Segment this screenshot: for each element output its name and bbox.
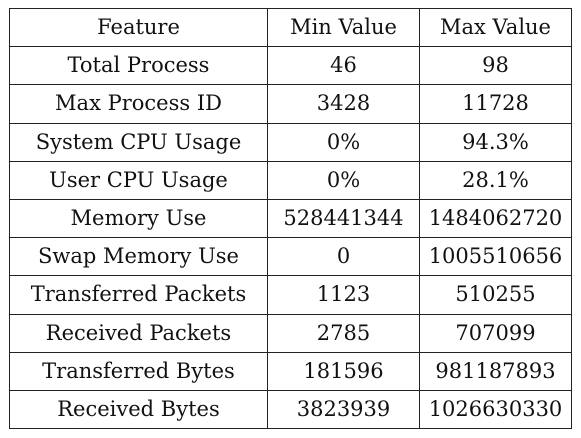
- max-value-cell: 94.3%: [419, 122, 572, 162]
- min-value-cell: 3428: [267, 84, 420, 124]
- max-value-cell: 1026630330: [419, 389, 572, 430]
- max-value-cell: 1484062720: [419, 198, 572, 239]
- min-value-cell: 0%: [267, 160, 420, 200]
- table-body: Total Process 46 98 Max Process ID 3428 …: [9, 46, 572, 430]
- table-header: Feature Min Value Max Value: [9, 7, 572, 48]
- feature-cell: Total Process: [9, 46, 268, 86]
- max-value-cell: 707099: [419, 313, 572, 353]
- table-row: Received Packets 2785 707099: [9, 313, 572, 353]
- max-value-cell: 28.1%: [419, 160, 572, 200]
- feature-cell: User CPU Usage: [9, 160, 268, 200]
- feature-cell: System CPU Usage: [9, 122, 268, 162]
- feature-cell: Swap Memory Use: [9, 237, 268, 277]
- header-max-value: Max Value: [419, 7, 572, 48]
- min-value-cell: 3823939: [267, 389, 420, 430]
- table-row: Total Process 46 98: [9, 46, 572, 86]
- header-min-value: Min Value: [267, 7, 420, 48]
- header-row: Feature Min Value Max Value: [9, 7, 572, 48]
- feature-cell: Received Bytes: [9, 389, 268, 430]
- table-row: Memory Use 528441344 1484062720: [9, 198, 572, 239]
- feature-stats-table: Feature Min Value Max Value Total Proces…: [9, 7, 572, 430]
- min-value-cell: 46: [267, 46, 420, 86]
- feature-cell: Max Process ID: [9, 84, 268, 124]
- max-value-cell: 981187893: [419, 351, 572, 391]
- table-row: Received Bytes 3823939 1026630330: [9, 389, 572, 430]
- max-value-cell: 1005510656: [419, 237, 572, 277]
- feature-cell: Transferred Packets: [9, 275, 268, 315]
- feature-cell: Received Packets: [9, 313, 268, 353]
- min-value-cell: 2785: [267, 313, 420, 353]
- min-value-cell: 0: [267, 237, 420, 277]
- table-row: System CPU Usage 0% 94.3%: [9, 122, 572, 162]
- table-row: User CPU Usage 0% 28.1%: [9, 160, 572, 200]
- feature-stats-table-container: Feature Min Value Max Value Total Proces…: [9, 7, 572, 430]
- table-row: Max Process ID 3428 11728: [9, 84, 572, 124]
- min-value-cell: 1123: [267, 275, 420, 315]
- table-row: Transferred Packets 1123 510255: [9, 275, 572, 315]
- table-row: Transferred Bytes 181596 981187893: [9, 351, 572, 391]
- max-value-cell: 98: [419, 46, 572, 86]
- min-value-cell: 528441344: [267, 198, 420, 239]
- header-feature: Feature: [9, 7, 268, 48]
- table-row: Swap Memory Use 0 1005510656: [9, 237, 572, 277]
- feature-cell: Memory Use: [9, 198, 268, 239]
- min-value-cell: 181596: [267, 351, 420, 391]
- min-value-cell: 0%: [267, 122, 420, 162]
- max-value-cell: 510255: [419, 275, 572, 315]
- max-value-cell: 11728: [419, 84, 572, 124]
- feature-cell: Transferred Bytes: [9, 351, 268, 391]
